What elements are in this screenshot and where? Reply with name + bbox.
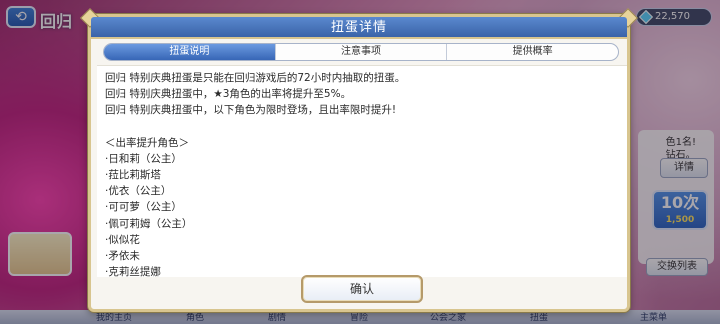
gacha-detail-dialog: 扭蛋详情 扭蛋说明 注意事项 提供概率 回归 特别庆典扭蛋是只能在回归游戏后的7… [80,8,638,312]
rateup-character: ·佩可莉姆（公主） [105,217,193,230]
tab-notes[interactable]: 注意事项 [276,44,448,60]
dialog-tabs: 扭蛋说明 注意事项 提供概率 [103,43,619,61]
description-line: 回归 特别庆典扭蛋中，以下角色为限时登场，且出率限时提升! [105,104,397,117]
rateup-character: ·矛依未 [105,250,140,263]
rateup-character: ·可可萝（公主） [105,201,182,214]
rateup-header: ＜出率提升角色＞ [105,136,189,149]
dialog-title: 扭蛋详情 [330,20,387,35]
rateup-character: ·菈比莉斯塔 [105,169,161,182]
dialog-header: 扭蛋详情 [91,17,627,39]
tab-gacha-description[interactable]: 扭蛋说明 [104,44,276,60]
confirm-button[interactable]: 确认 [301,275,423,303]
tab-drop-rates[interactable]: 提供概率 [447,44,618,60]
description-line: 回归 特别庆典扭蛋中，★3角色的出率将提升至5%。 [105,88,352,101]
description-panel[interactable]: 回归 特别庆典扭蛋是只能在回归游戏后的72小时内抽取的扭蛋。 回归 特别庆典扭蛋… [97,65,627,278]
description-line: 回归 特别庆典扭蛋是只能在回归游戏后的72小时内抽取的扭蛋。 [105,72,406,84]
rateup-character: ·似似花 [105,233,140,246]
rateup-character: ·优衣（公主） [105,185,172,198]
rateup-character: ·日和莉（公主） [105,152,182,165]
